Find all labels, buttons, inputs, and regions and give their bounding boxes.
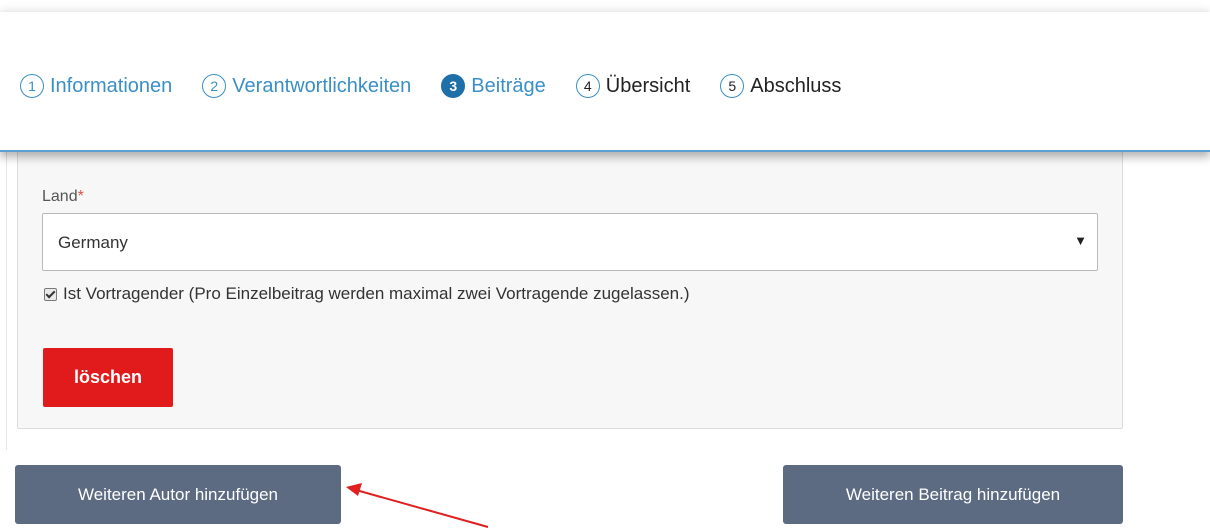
step-label: Übersicht	[605, 74, 691, 97]
stepper-steps: 1 Informationen 2 Verantwortlichkeiten 3…	[20, 74, 871, 98]
wizard-stepper: 1 Informationen 2 Verantwortlichkeiten 3…	[0, 12, 1210, 152]
step-label: Verantwortlichkeiten	[232, 74, 412, 97]
caret-down-icon: ▼	[1074, 233, 1087, 248]
step-number: 1	[20, 74, 44, 98]
step-label: Informationen	[50, 74, 173, 97]
step-abschluss[interactable]: 5 Abschluss	[720, 74, 841, 98]
country-select[interactable]: Germany ▼	[42, 213, 1098, 271]
step-beitraege[interactable]: 3 Beiträge	[441, 74, 546, 98]
step-label: Beiträge	[471, 74, 546, 97]
delete-author-button[interactable]: löschen	[43, 348, 173, 407]
divider	[6, 150, 7, 450]
step-number: 4	[575, 74, 600, 98]
add-contribution-button[interactable]: Weiteren Beitrag hinzufügen	[783, 465, 1123, 524]
country-select-value: Germany	[58, 233, 128, 252]
stepper-underline	[0, 150, 1210, 152]
step-number: 2	[202, 74, 227, 98]
step-number: 3	[441, 74, 466, 98]
step-number: 5	[720, 74, 745, 98]
country-label: Land*	[42, 188, 84, 205]
step-label: Abschluss	[750, 74, 842, 97]
required-mark: *	[77, 188, 84, 205]
presenter-checkbox-label: Ist Vortragender (Pro Einzelbeitrag werd…	[63, 284, 690, 303]
presenter-checkbox[interactable]	[44, 287, 57, 301]
add-author-button[interactable]: Weiteren Autor hinzufügen	[15, 465, 341, 524]
step-informationen[interactable]: 1 Informationen	[20, 74, 172, 98]
step-uebersicht[interactable]: 4 Übersicht	[575, 74, 691, 98]
page: Land* Germany ▼ Ist Vortragender (Pro Ei…	[0, 0, 1210, 529]
presenter-checkbox-row[interactable]: Ist Vortragender (Pro Einzelbeitrag werd…	[44, 284, 690, 304]
step-verantwortlichkeiten[interactable]: 2 Verantwortlichkeiten	[202, 74, 411, 98]
